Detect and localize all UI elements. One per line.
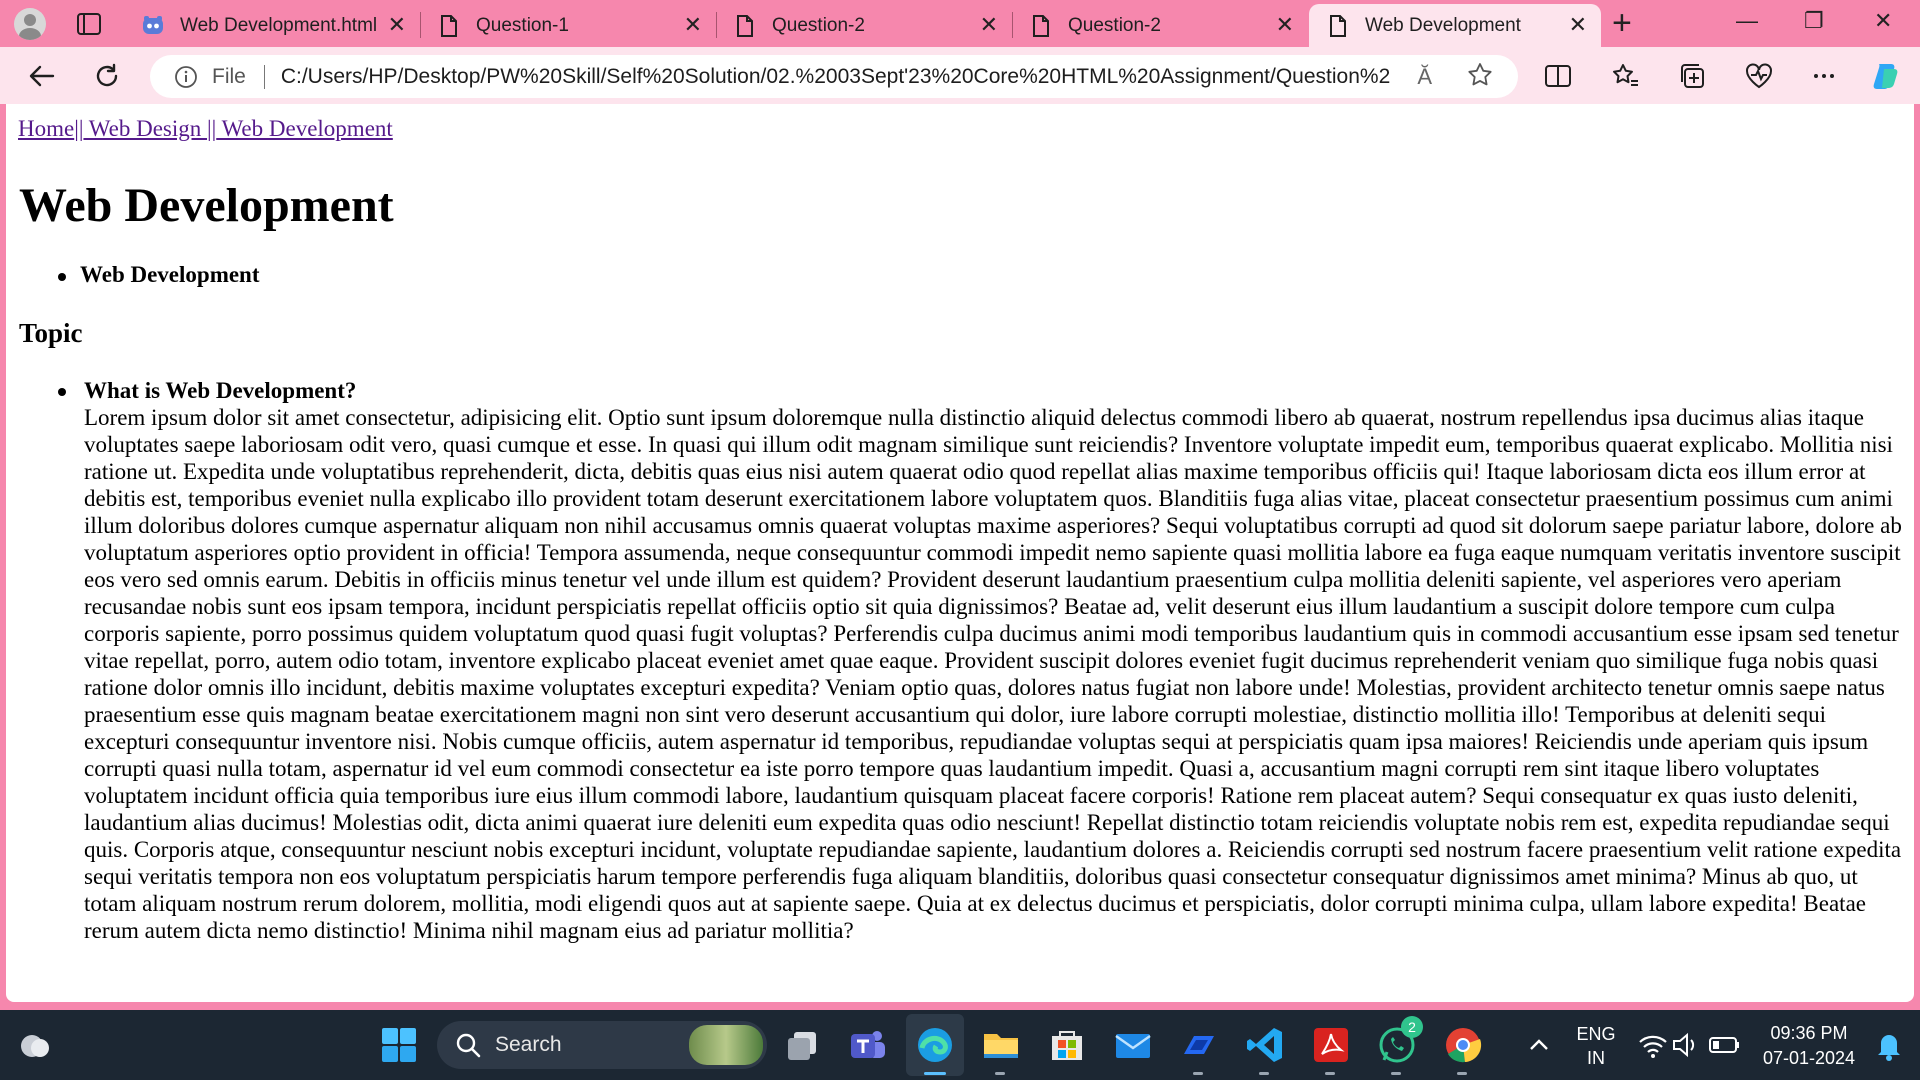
language-indicator[interactable]: ENG <box>1570 1024 1622 1045</box>
vscode-icon[interactable] <box>1244 1024 1286 1066</box>
address-divider <box>263 64 265 89</box>
weather-widget-icon[interactable] <box>14 1024 56 1066</box>
app-running-indicator <box>1325 1072 1335 1075</box>
restore-button[interactable]: ❐ <box>1804 8 1824 34</box>
breadcrumb-home-link[interactable]: Home <box>18 116 74 141</box>
bullet-icon <box>58 388 66 396</box>
mail-icon[interactable] <box>1112 1024 1154 1066</box>
tab-question-2[interactable]: Question-2 ✕ <box>716 4 1012 47</box>
info-icon[interactable] <box>174 65 198 89</box>
page-viewport: Home|| Web Design || Web Development Web… <box>6 104 1914 1002</box>
acrobat-reader-icon[interactable] <box>1310 1024 1352 1066</box>
close-window-button[interactable]: ✕ <box>1874 8 1892 34</box>
file-explorer-icon[interactable] <box>980 1024 1022 1066</box>
tab-web-development-active[interactable]: Web Development ✕ <box>1309 4 1601 47</box>
power-automate-icon[interactable] <box>1178 1024 1220 1066</box>
app-running-indicator <box>1259 1072 1269 1075</box>
clock-time[interactable]: 09:36 PM <box>1754 1023 1864 1044</box>
tab-strip: Web Development.html ✕ Question-1 ✕ Ques… <box>0 0 1920 47</box>
page-icon <box>1327 14 1349 38</box>
app-running-indicator <box>1457 1072 1467 1075</box>
chrome-icon[interactable] <box>1442 1024 1484 1066</box>
question-heading: What is Web Development? <box>84 378 357 403</box>
search-placeholder: Search <box>495 1033 562 1056</box>
topic-heading: Topic <box>19 318 83 348</box>
browser-toolbar: File C:/Users/HP/Desktop/PW%20Skill/Self… <box>0 47 1920 104</box>
volume-icon[interactable] <box>1666 1024 1708 1066</box>
new-tab-button[interactable]: + <box>1612 6 1632 40</box>
collections-icon[interactable] <box>1677 60 1709 92</box>
bullet-icon <box>58 272 66 281</box>
windows-taskbar: Search 2 ENG IN 09:36 PM 07-01-2024 <box>0 1010 1920 1080</box>
tab-web-development-html[interactable]: Web Development.html ✕ <box>124 4 420 47</box>
tab-close-icon[interactable]: ✕ <box>1569 14 1587 36</box>
minimize-button[interactable]: — <box>1736 8 1758 34</box>
tab-close-icon[interactable]: ✕ <box>388 14 406 36</box>
scheme-label: File <box>212 64 246 88</box>
chevron-up-icon[interactable] <box>1518 1024 1560 1066</box>
topic-list-item: What is Web Development? Lorem ipsum dol… <box>58 378 1910 944</box>
app-running-indicator <box>995 1072 1005 1075</box>
list-item-label: Web Development <box>80 262 260 287</box>
clock-date[interactable]: 07-01-2024 <box>1754 1048 1864 1069</box>
search-highlight-image <box>689 1025 763 1065</box>
page-icon <box>1030 14 1052 38</box>
tab-title: Question-2 <box>1068 14 1161 36</box>
tab-title: Web Development <box>1365 14 1521 36</box>
copilot-sidebar-icon[interactable] <box>1870 60 1902 92</box>
breadcrumb-separator[interactable]: || <box>207 116 216 141</box>
more-options-icon[interactable] <box>1808 60 1840 92</box>
tab-title: Question-1 <box>476 14 569 36</box>
tab-close-icon[interactable]: ✕ <box>980 14 998 36</box>
breadcrumb-web-development-link[interactable]: Web Development <box>216 116 393 141</box>
answer-paragraph: Lorem ipsum dolor sit amet consectetur, … <box>84 405 1902 943</box>
start-windows-icon[interactable] <box>378 1024 420 1066</box>
browser-essentials-icon[interactable] <box>1743 60 1775 92</box>
page-icon <box>734 14 756 38</box>
taskbar-search-box[interactable]: Search <box>437 1021 767 1069</box>
task-view-icon[interactable] <box>782 1024 824 1066</box>
app-active-indicator <box>924 1072 946 1075</box>
back-arrow-icon[interactable] <box>27 61 57 91</box>
notification-bell-icon[interactable] <box>1868 1024 1910 1066</box>
tab-title: Question-2 <box>772 14 865 36</box>
tab-question-1[interactable]: Question-1 ✕ <box>420 4 716 47</box>
favorites-icon[interactable] <box>1610 60 1642 92</box>
app-running-indicator <box>1193 1072 1203 1075</box>
tab-question-2-second[interactable]: Question-2 ✕ <box>1012 4 1308 47</box>
notification-badge: 2 <box>1401 1016 1423 1038</box>
read-aloud-icon[interactable]: Ă <box>1417 64 1432 90</box>
tab-actions-icon[interactable] <box>76 12 102 36</box>
region-indicator[interactable]: IN <box>1570 1048 1622 1069</box>
tab-title: Web Development.html <box>180 14 378 36</box>
split-screen-icon[interactable] <box>1542 60 1574 92</box>
copilot-icon <box>142 14 164 38</box>
url-text[interactable]: C:/Users/HP/Desktop/PW%20Skill/Self%20So… <box>281 65 1391 89</box>
teams-icon[interactable] <box>847 1024 889 1066</box>
search-icon <box>456 1033 481 1058</box>
battery-icon[interactable] <box>1704 1024 1746 1066</box>
address-bar[interactable]: File C:/Users/HP/Desktop/PW%20Skill/Self… <box>150 55 1518 98</box>
breadcrumb-web-design-link[interactable]: Web Design <box>83 116 207 141</box>
page-icon <box>438 14 460 38</box>
list-item: Web Development <box>58 262 260 288</box>
favorite-star-icon[interactable] <box>1466 61 1494 89</box>
breadcrumb: Home|| Web Design || Web Development <box>18 116 393 142</box>
app-running-indicator <box>1391 1072 1401 1075</box>
tab-close-icon[interactable]: ✕ <box>684 14 702 36</box>
microsoft-store-icon[interactable] <box>1046 1024 1088 1066</box>
edge-browser-icon[interactable] <box>914 1024 956 1066</box>
page-title: Web Development <box>19 179 394 232</box>
refresh-icon[interactable] <box>92 61 122 91</box>
tab-close-icon[interactable]: ✕ <box>1276 14 1294 36</box>
profile-avatar[interactable] <box>14 8 46 40</box>
